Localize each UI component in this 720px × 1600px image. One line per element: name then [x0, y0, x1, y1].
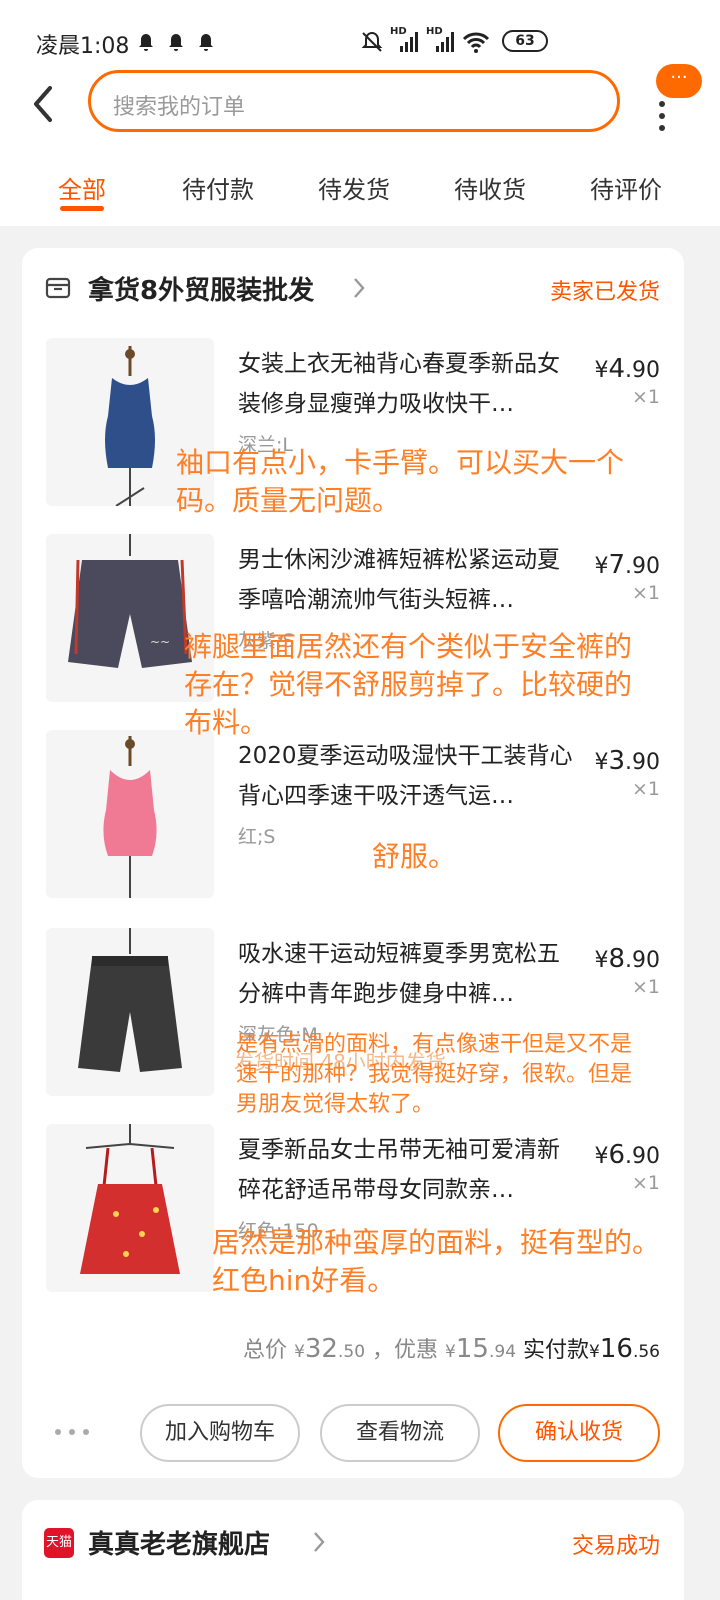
product-qty: ×1 [631, 582, 660, 604]
user-note: 居然是那种蛮厚的面料，挺有型的。红色hin好看。 [212, 1226, 661, 1297]
signal-icon [436, 32, 454, 52]
tank-top-image [103, 736, 157, 898]
wifi-icon [462, 32, 490, 53]
product-image-pink-tank[interactable] [46, 730, 214, 898]
product-qty: ×1 [631, 976, 660, 998]
product-title[interactable]: 男士休闲沙滩裤短裤松紧运动夏季嘻哈潮流帅气街头短裤… [238, 540, 578, 620]
user-note: 裤腿里面居然还有个类似于安全裤的存在？觉得不舒服剪掉了。比较硬的布料。 [184, 630, 633, 739]
svg-text:~~: ~~ [150, 635, 170, 649]
product-price: ¥4.90 [594, 354, 660, 384]
shop-name[interactable]: 拿货8外贸服装批发 [88, 270, 314, 307]
camisole-image [80, 1124, 180, 1274]
status-time: 凌晨1:08 [36, 34, 130, 59]
search-header: 搜索我的订单 ··· [0, 64, 720, 144]
tab-pending-review[interactable]: 待评价 [590, 170, 662, 205]
tmall-badge-icon: 天猫 [44, 1528, 74, 1558]
product-price: ¥3.90 [594, 746, 660, 776]
product-price: ¥7.90 [594, 550, 660, 580]
tab-pending-shipment[interactable]: 待发货 [318, 170, 390, 205]
view-logistics-button[interactable]: 查看物流 [320, 1404, 480, 1462]
product-qty: ×1 [631, 778, 660, 800]
shorts-image [78, 928, 182, 1072]
product-qty: ×1 [631, 1172, 660, 1194]
user-note: 舒服。 [372, 840, 457, 873]
message-bubble-badge[interactable]: ··· [656, 64, 702, 98]
order-tabs: 全部 待付款 待发货 待收货 待评价 [0, 144, 720, 226]
chevron-right-icon[interactable] [312, 1530, 326, 1554]
signal-hd-2: HD [426, 26, 456, 54]
tab-pending-payment[interactable]: 待付款 [182, 170, 254, 205]
battery-indicator: 63 [502, 30, 548, 52]
bell-icon [169, 34, 183, 51]
bell-icon [139, 34, 153, 51]
order-total: 总价 ¥32.50 ，优惠 ¥15.94 实付款¥16.56 [243, 1334, 660, 1364]
active-tab-indicator [60, 206, 104, 211]
product-title[interactable]: 2020夏季运动吸湿快干工装背心背心四季速干吸汗透气运… [238, 736, 578, 816]
order-card-2[interactable]: 天猫 真真老老旗舰店 交易成功 [22, 1500, 684, 1600]
order-status: 卖家已发货 [549, 280, 660, 305]
product-sku: 红;S [238, 826, 276, 848]
user-note: 袖口有点小，卡手臂。可以买大一个码。质量无问题。 [176, 446, 625, 517]
shop-name-2[interactable]: 真真老老旗舰店 [88, 1524, 270, 1561]
search-placeholder: 搜索我的订单 [113, 95, 246, 120]
order-item[interactable]: 2020夏季运动吸湿快干工装背心背心四季速干吸汗透气运… 红;S ¥3.90 ×… [22, 730, 684, 910]
product-image-gray-shorts[interactable] [46, 928, 214, 1096]
order-search-input[interactable]: 搜索我的订单 [88, 70, 620, 132]
product-title[interactable]: 女装上衣无袖背心春夏季新品女装修身显瘦弹力吸收快干… [238, 344, 578, 424]
signal-hd-1: HD [390, 26, 420, 54]
order-card[interactable]: 拿货8外贸服装批发 卖家已发货 女装上衣无袖背心春夏季新品女装修身显瘦弹力吸收快… [22, 248, 684, 1478]
more-options-icon[interactable] [52, 1426, 92, 1438]
bell-icon [199, 34, 213, 51]
product-title[interactable]: 吸水速干运动短裤夏季男宽松五分裤中青年跑步健身中裤… [238, 934, 578, 1014]
shop-icon [45, 277, 71, 299]
product-image-red-cami[interactable] [46, 1124, 214, 1292]
user-note: 是有点滑的面料，有点像速干但是又不是速干的那种？我觉得挺好穿，很软。但是男朋友觉… [236, 1032, 633, 1117]
chevron-right-icon[interactable] [352, 276, 366, 300]
mute-bell-icon [361, 31, 383, 52]
add-to-cart-button[interactable]: 加入购物车 [140, 1404, 300, 1462]
confirm-receipt-button[interactable]: 确认收货 [498, 1404, 660, 1462]
signal-icon [400, 32, 418, 52]
notification-icons [136, 32, 216, 52]
product-price: ¥8.90 [594, 944, 660, 974]
tab-pending-receipt[interactable]: 待收货 [454, 170, 526, 205]
product-title[interactable]: 夏季新品女士吊带无袖可爱清新碎花舒适吊带母女同款亲… [238, 1130, 578, 1210]
status-icons: HD HD [360, 26, 490, 54]
order-status-2: 交易成功 [571, 1534, 660, 1559]
tab-all[interactable]: 全部 [58, 170, 106, 205]
product-qty: ×1 [631, 386, 660, 408]
back-arrow-icon[interactable] [26, 82, 60, 126]
product-price: ¥6.90 [594, 1140, 660, 1170]
